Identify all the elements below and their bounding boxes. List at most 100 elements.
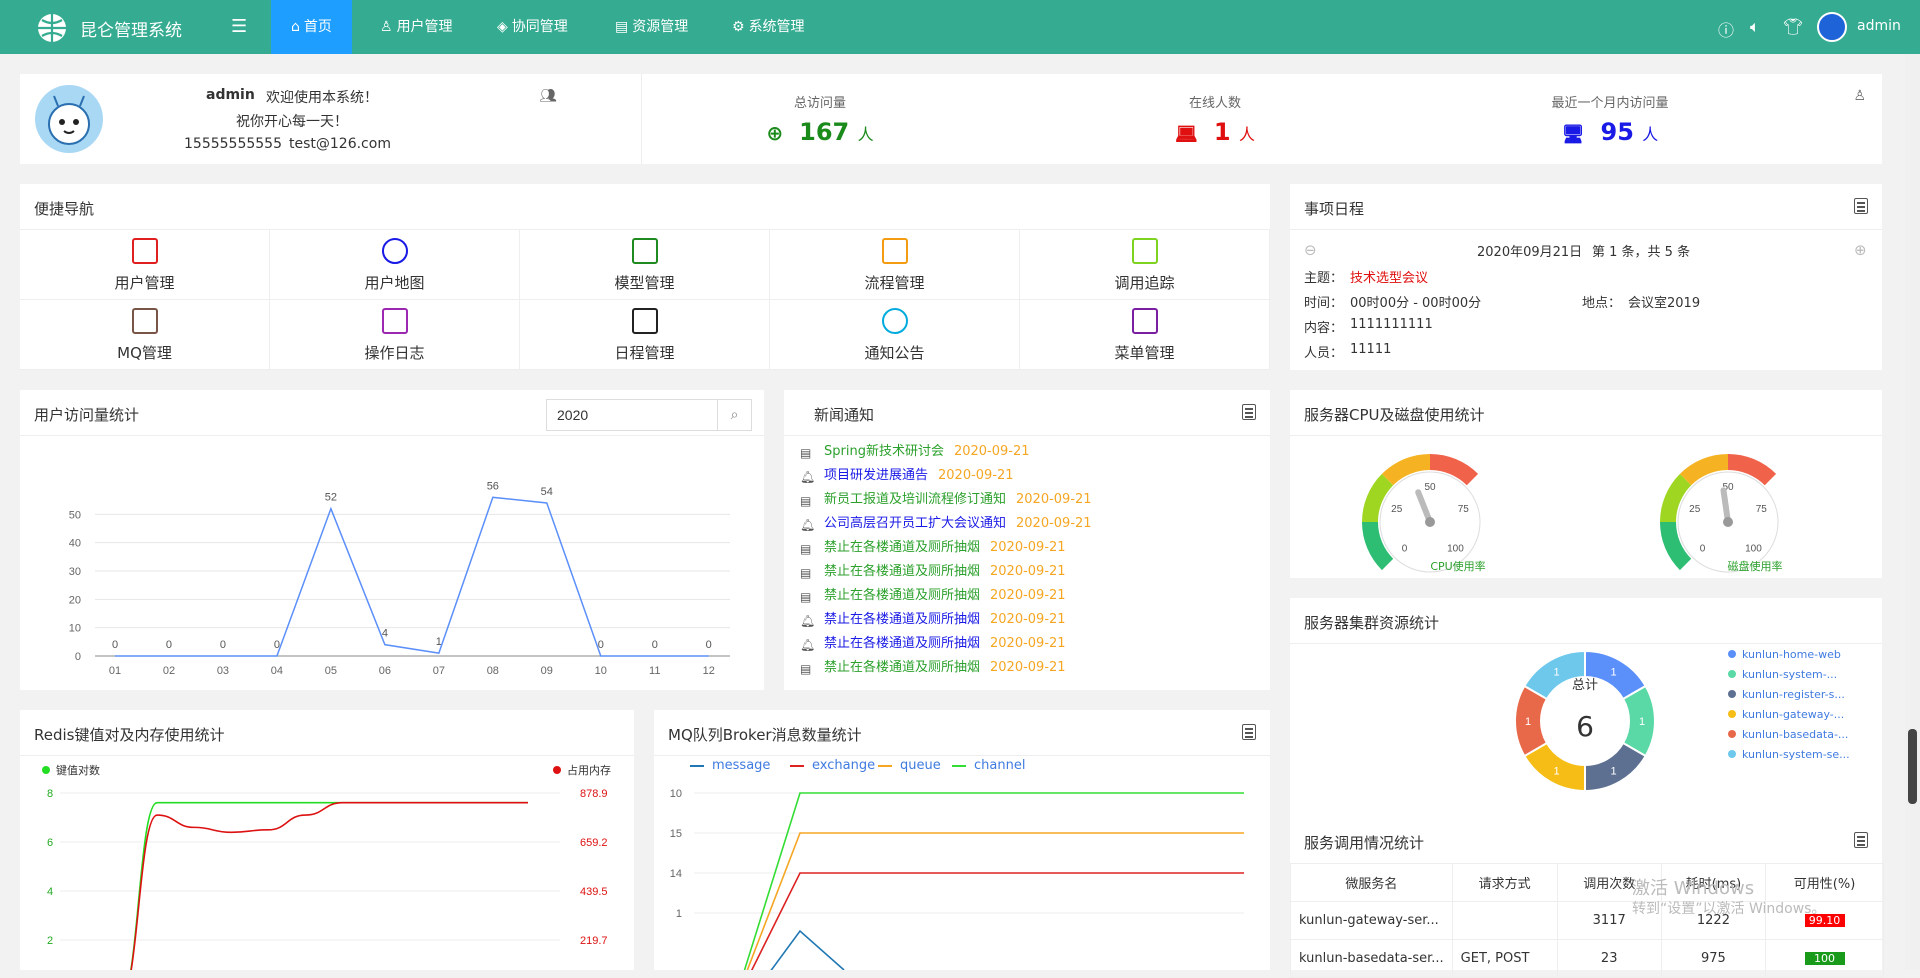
online-label: 在线人数 bbox=[1188, 96, 1241, 111]
news-item[interactable]: 🔔︎ 公司高层召开员工扩大会议通知 2020-09-21 bbox=[800, 514, 1092, 534]
info-icon[interactable]: ⓘ bbox=[1718, 17, 1734, 41]
legend-item[interactable]: kunlun-basedata-... bbox=[1728, 728, 1848, 741]
news-item[interactable]: ▤ 禁止在各楼通道及厕所抽烟 2020-09-21 bbox=[800, 562, 1066, 582]
search-icon[interactable]: ⌕ bbox=[717, 400, 751, 430]
speaker-icon[interactable]: 🔈︎ bbox=[1750, 17, 1760, 37]
data-label: 0 bbox=[166, 639, 172, 651]
table-row[interactable]: kunlun-basedata-ser... GET, POST 23 975 … bbox=[1290, 939, 1884, 978]
nav-collab[interactable]: ◈ 协同管理 bbox=[477, 0, 588, 54]
gauge-tick-label: 0 bbox=[1402, 543, 1408, 554]
news-text: 禁止在各楼通道及厕所抽烟 bbox=[824, 612, 981, 627]
quick-nav-schedule[interactable]: 日程管理 bbox=[520, 300, 770, 370]
legend-item[interactable]: kunlun-system-... bbox=[1728, 668, 1837, 681]
profile-welcome: 欢迎使用本系统！ bbox=[266, 90, 378, 106]
legend-label: channel bbox=[974, 758, 1026, 773]
online-value: 💻︎ 1 人 bbox=[1115, 118, 1315, 146]
quick-nav-search-doc[interactable]: 调用追踪 bbox=[1020, 230, 1270, 300]
cell-time: 975 bbox=[1660, 939, 1767, 978]
schedule-title: 事项日程 bbox=[1304, 200, 1365, 218]
legend-label: kunlun-home-web bbox=[1742, 648, 1841, 661]
news-text: 禁止在各楼通道及厕所抽烟 bbox=[824, 540, 981, 555]
legend-item[interactable]: message bbox=[690, 758, 770, 773]
quick-nav-chat[interactable]: 通知公告 bbox=[770, 300, 1020, 370]
news-item[interactable]: ▤ 禁止在各楼通道及厕所抽烟 2020-09-21 bbox=[800, 538, 1066, 558]
gauge-tick-label: 0 bbox=[1700, 543, 1706, 554]
legend-item[interactable]: exchange bbox=[790, 758, 875, 773]
quick-nav-mq[interactable]: MQ管理 bbox=[20, 300, 270, 370]
services-table: 微服务名 请求方式 调用次数 耗时(ms) 可用性(%) kunlun-gate… bbox=[1290, 863, 1884, 978]
log-icon bbox=[382, 308, 408, 334]
page-scrollbar[interactable] bbox=[1905, 54, 1920, 970]
windows-activation-watermark: 激活 Windows bbox=[1632, 878, 1755, 899]
col-header: 可用性(%) bbox=[1765, 863, 1884, 902]
user-name[interactable]: admin bbox=[1857, 18, 1901, 34]
nav-system[interactable]: ⚙ 系统管理 bbox=[712, 0, 825, 54]
sidebar-toggle-icon[interactable]: ☰ bbox=[231, 16, 247, 37]
legend-item[interactable]: kunlun-system-se... bbox=[1728, 748, 1850, 761]
quick-nav-label: 操作日志 bbox=[364, 344, 425, 362]
next-arrow-icon[interactable]: ⊕ bbox=[1854, 241, 1867, 259]
quick-nav-user-card[interactable]: 用户管理 bbox=[20, 230, 270, 300]
year-input[interactable] bbox=[547, 400, 719, 430]
disk-gauge-label: 磁盘使用率 bbox=[1727, 560, 1783, 573]
contacts-icon[interactable]: 👥︎ bbox=[539, 88, 557, 104]
quick-nav-map-pin[interactable]: 用户地图 bbox=[270, 230, 520, 300]
nav-home[interactable]: ⌂ 首页 bbox=[271, 0, 352, 54]
document-icon[interactable] bbox=[1242, 404, 1256, 420]
nav-users[interactable]: ♙ 用户管理 bbox=[360, 0, 473, 54]
legend-item[interactable]: kunlun-home-web bbox=[1728, 648, 1841, 661]
slice-label: 1 bbox=[1525, 716, 1531, 728]
slice-label: 1 bbox=[1639, 716, 1645, 728]
legend-item[interactable]: kunlun-register-s... bbox=[1728, 688, 1845, 701]
gear-icon: ⚙ bbox=[732, 19, 745, 35]
legend-item[interactable]: channel bbox=[952, 758, 1025, 773]
document-icon[interactable] bbox=[1854, 198, 1868, 214]
cell-method bbox=[1451, 901, 1558, 940]
redis-line-chart: 2 219.7 4 439.5 6 659.2 8 878.9 bbox=[47, 788, 608, 970]
document-icon[interactable] bbox=[1854, 832, 1868, 848]
x-tick-label: 04 bbox=[271, 665, 283, 677]
person-icon[interactable]: ♙ bbox=[1853, 88, 1866, 104]
news-item[interactable]: 🔔︎ 项目研发进展通告 2020-09-21 bbox=[800, 466, 1014, 486]
legend-item[interactable]: queue bbox=[878, 758, 941, 773]
news-item[interactable]: ▤ Spring新技术研讨会 2020-09-21 bbox=[800, 442, 1030, 462]
user-avatar-icon[interactable] bbox=[1817, 12, 1847, 42]
gauge-tick-label: 75 bbox=[1458, 504, 1470, 515]
news-item[interactable]: ▤ 禁止在各楼通道及厕所抽烟 2020-09-21 bbox=[800, 586, 1066, 606]
series-line bbox=[130, 801, 528, 970]
news-text: 禁止在各楼通道及厕所抽烟 bbox=[824, 564, 981, 579]
legend-item[interactable]: kunlun-gateway-... bbox=[1728, 708, 1844, 721]
quick-nav-menu-grid[interactable]: 菜单管理 bbox=[1020, 300, 1270, 370]
prev-arrow-icon[interactable]: ⊖ bbox=[1304, 241, 1317, 259]
news-date: 2020-09-21 bbox=[938, 468, 1014, 483]
x-tick-label: 11 bbox=[649, 665, 660, 677]
scrollbar-thumb[interactable] bbox=[1908, 729, 1917, 804]
data-label: 0 bbox=[652, 639, 658, 651]
document-icon[interactable] bbox=[1242, 724, 1256, 740]
y-tick-label: 10 bbox=[670, 788, 682, 800]
user-card-icon bbox=[132, 238, 158, 264]
news-item[interactable]: ▤ 新员工报道及培训流程修订通知 2020-09-21 bbox=[800, 490, 1092, 510]
x-tick-label: 07 bbox=[433, 665, 445, 677]
series-line bbox=[750, 872, 1244, 970]
nav-resources[interactable]: ▤ 资源管理 bbox=[595, 0, 708, 54]
total-visits-number: 167 bbox=[799, 118, 850, 146]
quick-nav-model[interactable]: 模型管理 bbox=[520, 230, 770, 300]
news-item[interactable]: 🔔︎ 禁止在各楼通道及厕所抽烟 2020-09-21 bbox=[800, 610, 1066, 630]
place-value: 会议室2019 bbox=[1628, 296, 1701, 311]
schedule-paging: 第 1 条，共 5 条 bbox=[1592, 245, 1691, 260]
news-item[interactable]: ▤ 禁止在各楼通道及厕所抽烟 2020-09-21 bbox=[800, 658, 1066, 678]
shirt-icon[interactable]: 👕︎ bbox=[1783, 17, 1803, 36]
bell-icon: 🔔︎ bbox=[800, 518, 816, 532]
news-item[interactable]: 🔔︎ 禁止在各楼通道及厕所抽烟 2020-09-21 bbox=[800, 634, 1066, 654]
news-doc-icon: ▤ bbox=[800, 566, 812, 580]
user-icon: ♙ bbox=[380, 19, 393, 35]
gauge-tick-label: 50 bbox=[1424, 482, 1436, 493]
menu-grid-icon bbox=[1132, 308, 1158, 334]
quick-nav-sliders[interactable]: 流程管理 bbox=[770, 230, 1020, 300]
quick-nav-log[interactable]: 操作日志 bbox=[270, 300, 520, 370]
news-doc-icon: ▤ bbox=[800, 446, 812, 460]
donut-center-value: 6 bbox=[1576, 710, 1594, 743]
news-date: 2020-09-21 bbox=[953, 444, 1030, 459]
legend-dot bbox=[1728, 690, 1736, 698]
